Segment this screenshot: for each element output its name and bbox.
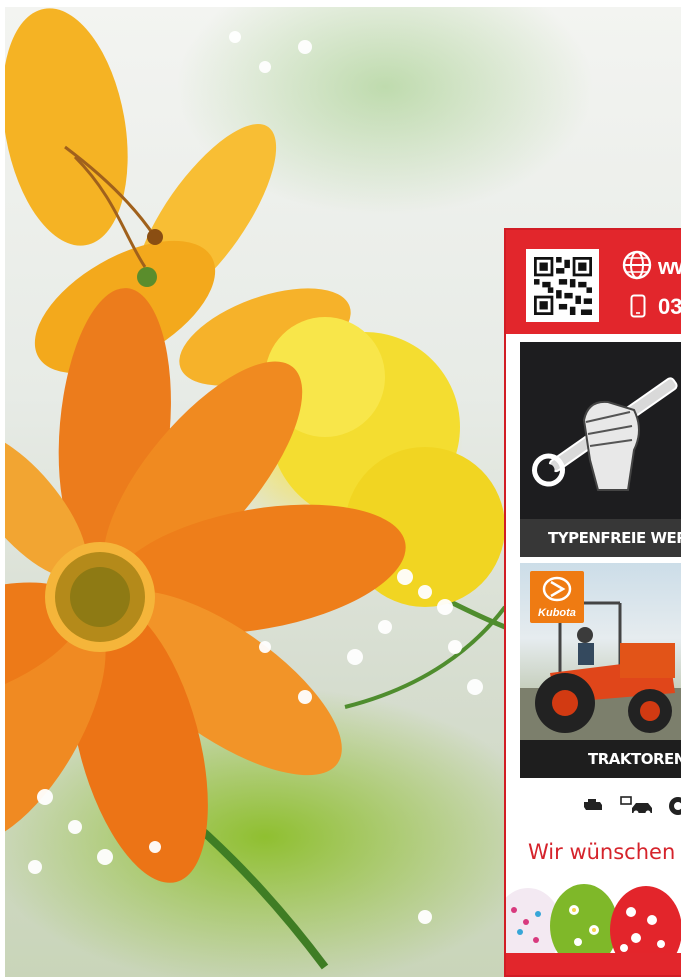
kubota-logo-icon	[542, 576, 572, 602]
phone-number[interactable]: 03	[658, 294, 681, 320]
service-icons	[506, 792, 681, 822]
easter-greeting: Wir wünschen d	[528, 840, 681, 864]
flyer-panel: ww 03 TYPENFREIE WERKS	[504, 228, 681, 977]
flyer-header: ww 03	[506, 230, 681, 334]
mobile-phone-icon	[630, 294, 646, 318]
wrench-fist-icon	[532, 377, 678, 491]
tire-icon	[669, 797, 681, 815]
workshop-card[interactable]: TYPENFREIE WERKS	[520, 342, 681, 557]
kubota-logo: Kubota	[530, 571, 584, 623]
qr-code[interactable]	[526, 249, 599, 322]
easter-eggs-image	[506, 884, 681, 956]
qr-code-icon	[533, 256, 592, 315]
car-diagnostics-icon	[620, 796, 652, 816]
website-link[interactable]: ww	[658, 254, 681, 280]
kubota-brand-name: Kubota	[538, 607, 576, 619]
globe-icon	[622, 250, 652, 280]
workshop-card-label: TYPENFREIE WERKS	[520, 519, 681, 557]
engine-icon	[584, 799, 602, 810]
tractor-card-label: TRAKTOREN	[520, 740, 681, 778]
flyer-footer-bar	[506, 953, 681, 975]
tractor-card[interactable]: Kubota TRAKTOREN	[520, 563, 681, 778]
